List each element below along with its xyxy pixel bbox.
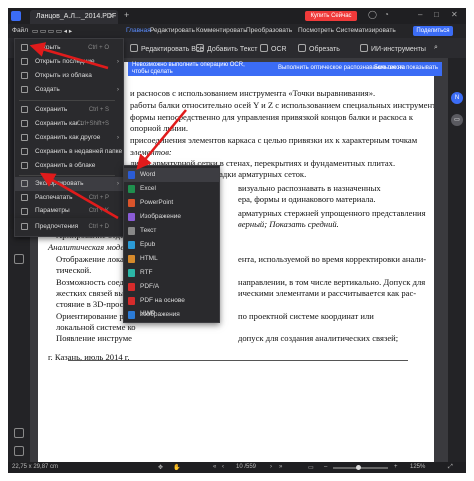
arrow-to-file-menu <box>29 42 109 70</box>
arrow-to-word <box>136 109 187 170</box>
app-window: Ланцов_А.Л..._2014.PDF ✕ + Купить Сейчас… <box>8 8 466 473</box>
arrow-to-export <box>39 172 119 220</box>
annotation-arrows <box>29 42 187 220</box>
